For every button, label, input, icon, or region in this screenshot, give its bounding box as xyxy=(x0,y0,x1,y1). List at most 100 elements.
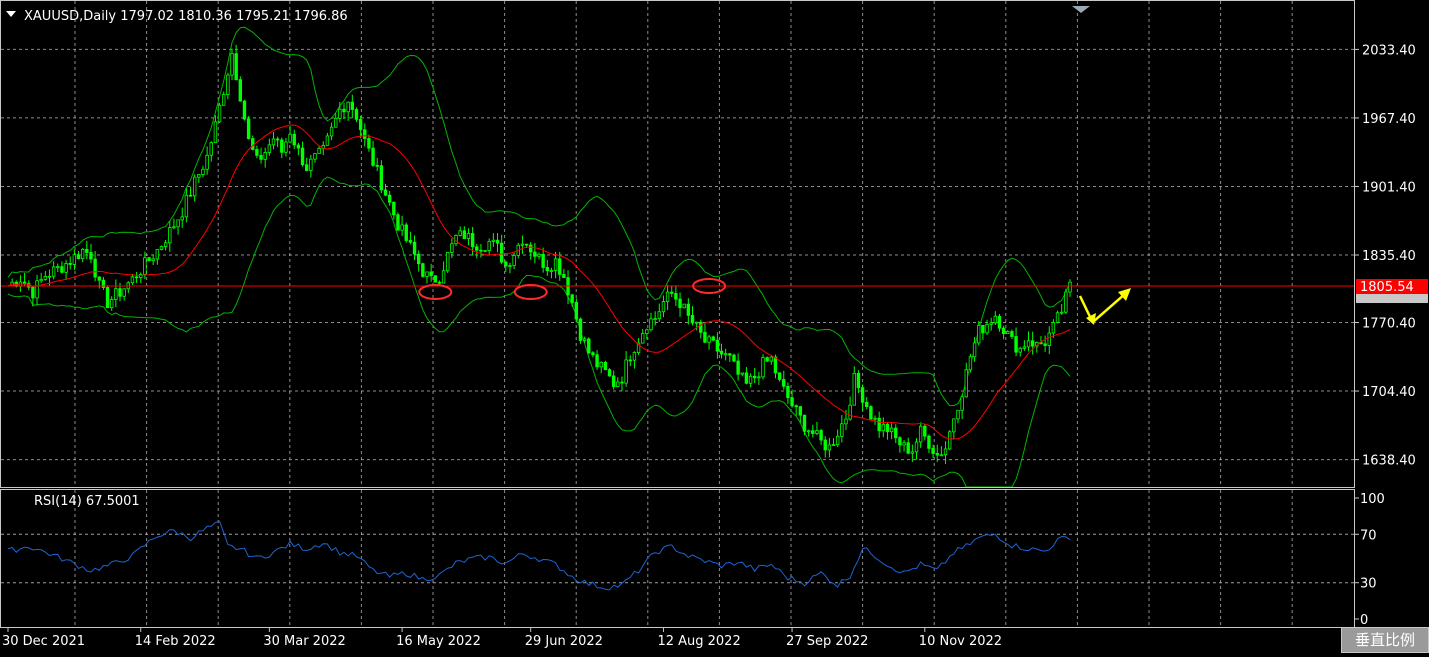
candle-body xyxy=(699,321,703,333)
candle-body xyxy=(541,253,545,268)
candle-body xyxy=(661,301,666,313)
candle-body xyxy=(450,243,454,253)
candle-body xyxy=(856,372,861,389)
candle-body xyxy=(620,381,624,384)
candle-body xyxy=(495,239,500,244)
candle-body xyxy=(168,227,172,244)
candle-body xyxy=(51,266,56,277)
date-label: 30 Mar 2022 xyxy=(263,634,345,649)
candle-body xyxy=(246,118,251,139)
candle-body xyxy=(188,194,193,197)
candle-body xyxy=(611,375,616,387)
candle-body xyxy=(85,248,89,253)
price-tick-label: 1901.40 xyxy=(1362,180,1416,195)
candle-body xyxy=(479,249,483,252)
candle-body xyxy=(719,350,724,355)
candle-body xyxy=(889,427,894,433)
candle-body xyxy=(562,274,566,278)
candle-body xyxy=(354,109,359,120)
candle-body xyxy=(80,248,85,260)
candle-body xyxy=(607,369,612,377)
candle-body xyxy=(761,357,765,378)
candle-body xyxy=(271,138,276,146)
date-label: 16 May 2022 xyxy=(396,634,481,649)
candle-body xyxy=(462,230,467,239)
candle-body xyxy=(831,444,836,446)
candle-body xyxy=(425,271,429,277)
candle-body xyxy=(645,329,649,334)
candle-body xyxy=(329,126,334,137)
candle-body xyxy=(632,352,637,361)
date-label: 30 Dec 2021 xyxy=(2,634,85,649)
candle-body xyxy=(835,435,840,445)
candle-body xyxy=(802,414,807,432)
candle-body xyxy=(935,453,939,456)
candle-body xyxy=(914,441,919,453)
candle-body xyxy=(383,189,388,196)
candle-body xyxy=(68,263,72,265)
candle-body xyxy=(869,406,873,420)
candle-body xyxy=(952,418,956,433)
candle-body xyxy=(707,336,711,343)
candle-body xyxy=(309,158,313,171)
candle-body xyxy=(616,381,620,387)
date-label: 12 Aug 2022 xyxy=(657,634,740,649)
candle-body xyxy=(114,288,118,300)
candle-body xyxy=(1006,331,1010,334)
candle-body xyxy=(782,379,786,387)
candle-body xyxy=(964,369,968,398)
candle-body xyxy=(873,417,877,420)
candle-body xyxy=(649,318,653,331)
candle-body xyxy=(470,233,475,248)
candle-body xyxy=(35,280,39,299)
candle-body xyxy=(786,385,790,399)
candle-body xyxy=(931,447,935,454)
candle-body xyxy=(222,94,226,106)
candle-body xyxy=(192,176,197,197)
candle-body xyxy=(848,404,852,420)
candle-body xyxy=(1018,347,1022,353)
candle-body xyxy=(910,451,915,454)
candle-body xyxy=(823,439,827,451)
rsi-header: RSI(14) 67.5001 xyxy=(34,494,140,509)
symbol-header: XAUUSD,Daily 1797.02 1810.36 1795.21 179… xyxy=(24,9,348,24)
candle-body xyxy=(267,144,272,153)
candle-body xyxy=(56,266,60,269)
candle-body xyxy=(487,240,491,251)
candle-body xyxy=(840,423,844,437)
current-price-tag: 1805.54 xyxy=(1356,279,1428,304)
candle-body xyxy=(122,288,126,297)
candle-body xyxy=(860,387,865,403)
date-label: 14 Feb 2022 xyxy=(135,634,216,649)
candle-body xyxy=(1060,311,1064,314)
candle-body xyxy=(574,302,579,320)
candle-body xyxy=(504,261,508,267)
candle-body xyxy=(130,276,135,284)
candle-body xyxy=(815,430,819,434)
vertical-scale-button[interactable]: 垂直比例 xyxy=(1341,627,1429,653)
candle-body xyxy=(379,165,384,191)
chart-canvas[interactable]: 2033.40 1967.40 1901.40 1835.40 1770.40 1704.… xyxy=(0,0,1429,653)
candle-body xyxy=(595,354,599,368)
candle-body xyxy=(723,353,728,356)
candle-body xyxy=(533,251,537,257)
candle-body xyxy=(748,375,753,384)
candle-body xyxy=(603,361,608,371)
candle-body xyxy=(918,425,923,443)
candle-body xyxy=(960,396,964,411)
candle-body xyxy=(537,253,541,257)
candle-body xyxy=(943,448,948,456)
candle-body xyxy=(678,298,682,309)
candle-body xyxy=(997,315,1002,329)
price-tick-label: 1638.40 xyxy=(1362,454,1416,469)
candle-body xyxy=(827,444,832,451)
candle-body xyxy=(93,258,97,278)
candle-body xyxy=(296,144,301,149)
candle-body xyxy=(753,375,757,379)
candle-body xyxy=(806,430,811,433)
candle-body xyxy=(1026,340,1031,348)
candle-body xyxy=(520,243,525,246)
candle-body xyxy=(599,361,603,368)
candle-body xyxy=(209,142,213,156)
candle-body xyxy=(512,255,516,266)
